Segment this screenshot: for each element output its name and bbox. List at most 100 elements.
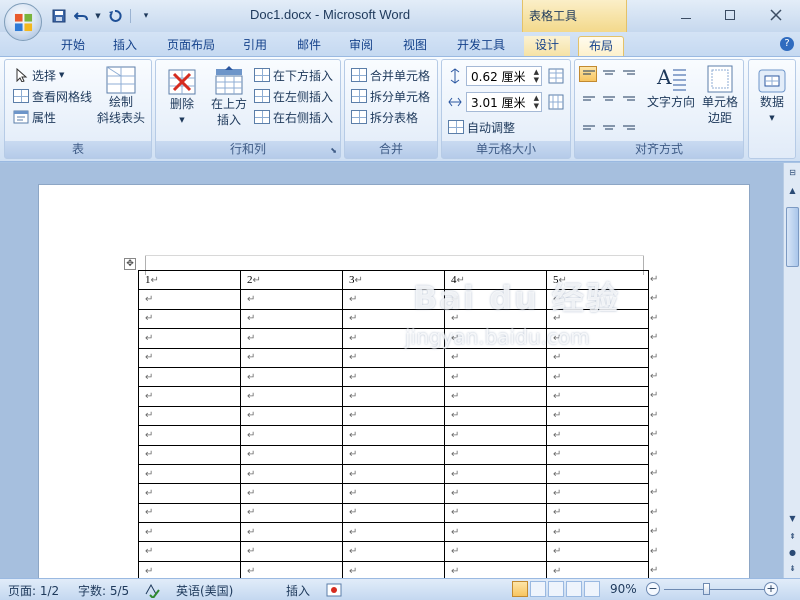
tab-review[interactable]: 审阅 xyxy=(340,36,382,56)
table-cell[interactable]: 5↵ xyxy=(546,269,649,291)
macro-record-icon[interactable] xyxy=(326,582,342,598)
align-top-left-button[interactable] xyxy=(579,66,597,82)
insert-below-button[interactable]: 在下方插入 xyxy=(254,66,333,84)
table-cell[interactable]: ↵ xyxy=(138,522,241,543)
vertical-scrollbar[interactable]: ⊟ ▲ ▼ ⇞ ● ⇟ xyxy=(783,163,800,578)
office-button[interactable] xyxy=(4,3,42,41)
table-cell[interactable]: ↵ xyxy=(240,463,343,485)
table-move-handle[interactable]: ✥ xyxy=(124,258,136,270)
cell-margins-button[interactable]: 单元格 边距 xyxy=(697,64,743,126)
table-cell[interactable]: ↵ xyxy=(444,560,547,578)
table-cell[interactable]: ↵ xyxy=(342,502,445,524)
ruler-toggle-icon[interactable]: ⊟ xyxy=(785,165,800,180)
split-table-button[interactable]: 拆分表格 xyxy=(351,108,418,126)
table-cell[interactable]: ↵ xyxy=(444,425,547,446)
table-cell[interactable]: ↵ xyxy=(342,560,445,578)
zoom-slider-thumb[interactable] xyxy=(703,583,710,595)
table-cell[interactable]: ↵ xyxy=(138,366,241,388)
align-bottom-left-button[interactable] xyxy=(579,116,597,132)
tab-page-layout[interactable]: 页面布局 xyxy=(158,36,224,56)
scroll-thumb[interactable] xyxy=(786,207,799,267)
zoom-in-button[interactable]: + xyxy=(764,582,778,596)
table-cell[interactable]: ↵ xyxy=(240,308,343,330)
dialog-launcher-icon[interactable]: ⬊ xyxy=(330,146,337,155)
table-cell[interactable]: ↵ xyxy=(138,386,241,407)
table-cell[interactable]: ↵ xyxy=(546,386,649,407)
table-cell[interactable]: ↵ xyxy=(444,308,547,330)
table-cell[interactable]: ↵ xyxy=(138,560,241,578)
distribute-rows-icon[interactable] xyxy=(548,68,564,84)
spin-arrows[interactable]: ▲ ▼ xyxy=(534,68,539,84)
properties-button[interactable]: 属性 xyxy=(13,108,56,126)
table-cell[interactable]: ↵ xyxy=(138,425,241,446)
align-top-center-button[interactable] xyxy=(599,66,617,82)
tab-insert[interactable]: 插入 xyxy=(104,36,146,56)
table-cell[interactable]: ↵ xyxy=(342,328,445,349)
table-cell[interactable]: ↵ xyxy=(138,502,241,524)
table-cell[interactable]: 2↵ xyxy=(240,269,343,291)
tab-mailings[interactable]: 邮件 xyxy=(288,36,330,56)
table-cell[interactable]: ↵ xyxy=(240,444,343,465)
table-cell[interactable]: ↵ xyxy=(546,560,649,578)
table-cell[interactable]: ↵ xyxy=(444,444,547,465)
table-cell[interactable]: 4↵ xyxy=(444,269,547,291)
tab-home[interactable]: 开始 xyxy=(52,36,94,56)
text-direction-button[interactable]: A 文字方向 xyxy=(645,64,697,110)
table-cell[interactable]: ↵ xyxy=(240,386,343,407)
table-cell[interactable]: ↵ xyxy=(546,444,649,465)
select-browse-object-button[interactable]: ● xyxy=(785,545,800,560)
table-cell[interactable]: ↵ xyxy=(240,347,343,368)
table-cell[interactable]: ↵ xyxy=(240,289,343,310)
web-layout-button[interactable] xyxy=(548,581,564,597)
previous-page-button[interactable]: ⇞ xyxy=(785,529,800,544)
table-cell[interactable]: ↵ xyxy=(444,289,547,310)
table-cell[interactable]: ↵ xyxy=(444,483,547,504)
table-cell[interactable]: ↵ xyxy=(546,405,649,427)
table-cell[interactable]: ↵ xyxy=(546,366,649,388)
table-cell[interactable]: ↵ xyxy=(444,386,547,407)
table-cell[interactable]: ↵ xyxy=(240,483,343,504)
redo-button[interactable] xyxy=(106,7,124,25)
table-cell[interactable]: ↵ xyxy=(342,522,445,543)
select-button[interactable]: 选择 ▼ xyxy=(13,66,64,84)
maximize-button[interactable] xyxy=(710,4,750,26)
next-page-button[interactable]: ⇟ xyxy=(785,561,800,576)
help-icon[interactable]: ? xyxy=(780,37,794,51)
document-area[interactable]: ✥ 1↵ 2↵ 3↵ 4↵ 5↵ ↵ ↵ ↵ ↵ ↵ ↵ ↵ ↵ ↵ ↵ ↵ ↵ ↵ ↵ ↵ ↵ ↵ ↵ ↵ ↵ ↵ ↵ ↵… xyxy=(0,163,783,578)
document-table[interactable]: 1↵ 2↵ 3↵ 4↵ 5↵ ↵ ↵ ↵ ↵ ↵ ↵ ↵ ↵ ↵ ↵ ↵ ↵ ↵ ↵ ↵ ↵ ↵ ↵ ↵ ↵ ↵ ↵ ↵ ↵ ↵… xyxy=(138,269,649,578)
table-cell[interactable]: ↵ xyxy=(342,425,445,446)
column-width-input[interactable]: 3.01 厘米 ▲ ▼ xyxy=(466,92,542,112)
table-cell[interactable]: ↵ xyxy=(546,483,649,504)
undo-button[interactable] xyxy=(72,7,90,25)
table-cell[interactable]: ↵ xyxy=(546,541,649,562)
table-cell[interactable]: ↵ xyxy=(444,366,547,388)
table-cell[interactable]: ↵ xyxy=(342,541,445,562)
split-cells-button[interactable]: 拆分单元格 xyxy=(351,87,430,105)
table-cell[interactable]: ↵ xyxy=(444,522,547,543)
undo-dropdown[interactable]: ▼ xyxy=(94,7,102,25)
insert-right-button[interactable]: 在右侧插入 xyxy=(254,108,333,126)
proofing-icon[interactable] xyxy=(144,582,160,598)
table-cell[interactable]: ↵ xyxy=(444,328,547,349)
table-cell[interactable]: ↵ xyxy=(342,386,445,407)
align-middle-center-button[interactable] xyxy=(599,90,617,106)
table-cell[interactable]: ↵ xyxy=(546,502,649,524)
table-cell[interactable]: ↵ xyxy=(240,405,343,427)
table-cell[interactable]: ↵ xyxy=(444,405,547,427)
customize-qat-button[interactable]: ▾ xyxy=(137,7,155,25)
page-indicator[interactable]: 页面: 1/2 xyxy=(8,582,59,599)
table-cell[interactable]: ↵ xyxy=(240,502,343,524)
minimize-button[interactable] xyxy=(666,4,706,26)
insert-left-button[interactable]: 在左侧插入 xyxy=(254,87,333,105)
table-cell[interactable]: ↵ xyxy=(240,560,343,578)
align-middle-right-button[interactable] xyxy=(619,90,637,106)
table-cell[interactable]: ↵ xyxy=(444,347,547,368)
merge-cells-button[interactable]: 合并单元格 xyxy=(351,66,430,84)
delete-button[interactable]: 删除 ▼ xyxy=(162,68,202,128)
table-cell[interactable]: ↵ xyxy=(342,308,445,330)
table-cell[interactable]: ↵ xyxy=(546,328,649,349)
table-cell[interactable]: ↵ xyxy=(138,308,241,330)
table-cell[interactable]: ↵ xyxy=(546,289,649,310)
tab-references[interactable]: 引用 xyxy=(234,36,276,56)
table-cell[interactable]: ↵ xyxy=(546,522,649,543)
